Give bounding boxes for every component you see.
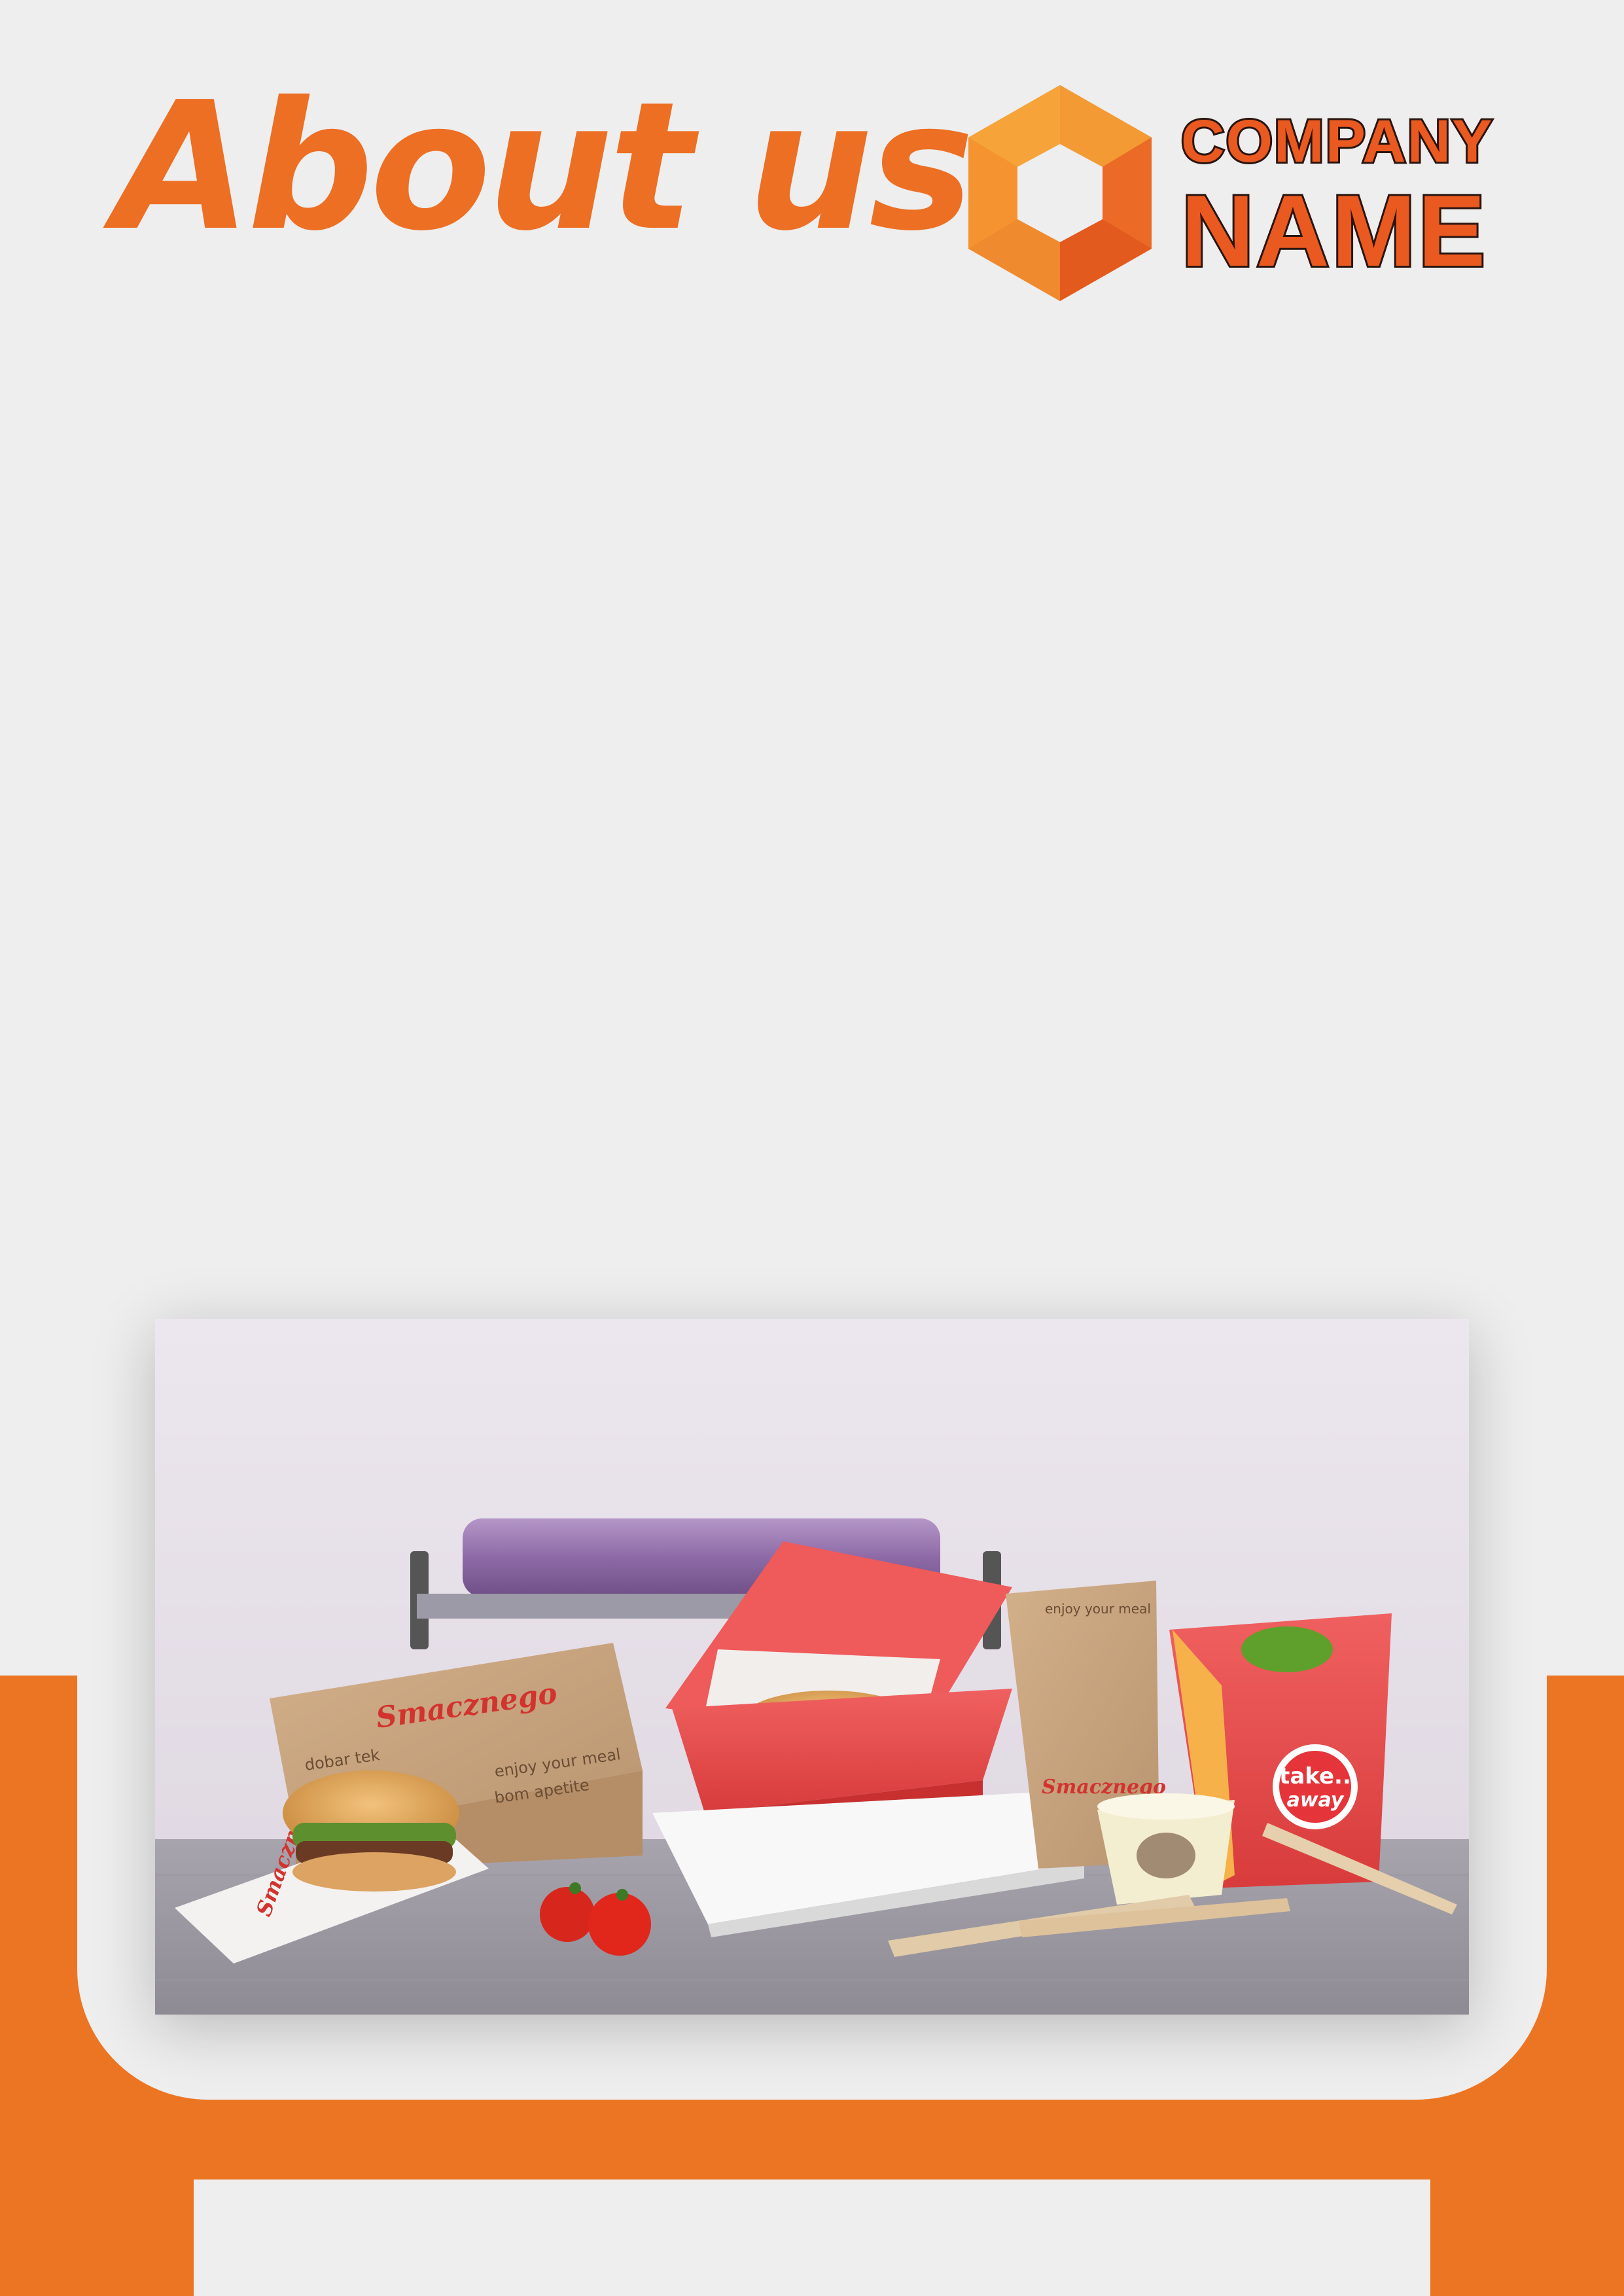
logo-company-text: COMPANY bbox=[1179, 108, 1494, 175]
page-title: About us bbox=[115, 63, 974, 270]
logo-name-text: NAME bbox=[1179, 174, 1488, 287]
bottom-text-box bbox=[194, 2179, 1430, 2296]
food-packaging-photo: Smacznego enjoy your meal bom apetite do… bbox=[155, 1319, 1469, 2015]
hexagon-logo-icon bbox=[968, 85, 1152, 301]
company-logo: COMPANY NAME bbox=[962, 82, 1511, 304]
noodle-box-print-meal: enjoy your meal bbox=[1045, 1601, 1151, 1617]
take-away-label-line1: take.. bbox=[1279, 1763, 1351, 1789]
take-away-label-line2: away bbox=[1287, 1789, 1345, 1812]
